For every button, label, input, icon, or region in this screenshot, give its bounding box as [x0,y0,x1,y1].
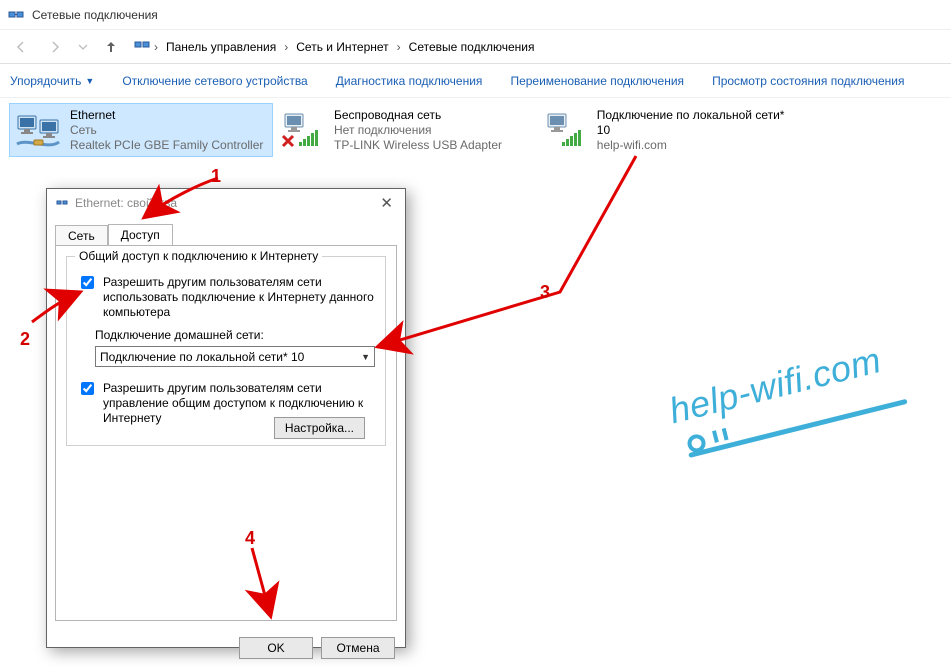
breadcrumb-item[interactable]: Сеть и Интернет [292,40,392,54]
disable-device-button[interactable]: Отключение сетевого устройства [122,74,307,88]
home-net-value: Подключение по локальной сети* 10 [100,350,304,364]
chevron-right-icon: › [397,40,401,54]
breadcrumb[interactable]: › Панель управления › Сеть и Интернет › … [130,34,542,60]
chevron-down-icon: ▼ [361,352,370,362]
chevron-right-icon: › [154,40,158,54]
address-bar: › Панель управления › Сеть и Интернет › … [0,30,951,64]
connection-status: help-wifi.com [597,138,796,153]
ics-groupbox: Общий доступ к подключению к Интернету Р… [66,256,386,446]
allow-share-label: Разрешить другим пользователям сети испо… [103,275,375,320]
connection-status: Нет подключения [334,123,502,138]
titlebar: Сетевые подключения [0,0,951,30]
rename-button[interactable]: Переименование подключения [510,74,684,88]
allow-share-checkbox-row[interactable]: Разрешить другим пользователям сети испо… [77,275,375,320]
settings-button[interactable]: Настройка... [274,417,365,439]
connection-item-wireless[interactable]: Беспроводная сеть Нет подключения TP-LIN… [274,104,536,156]
connection-item-ethernet[interactable]: Ethernet Сеть Realtek PCIe GBE Family Co… [10,104,272,156]
annotation-number-2: 2 [20,329,30,350]
chevron-down-icon: ▼ [85,76,94,86]
properties-dialog: Ethernet: свойства ✕ Сеть Доступ Общий д… [46,188,406,648]
tab-panel-sharing: Общий доступ к подключению к Интернету Р… [55,245,397,621]
breadcrumb-item[interactable]: Панель управления [162,40,280,54]
cancel-button[interactable]: Отмена [321,637,395,659]
wifi-on-icon [542,108,589,152]
close-icon[interactable]: ✕ [376,194,397,212]
annotation-number-3: 3 [540,282,550,303]
organize-menu[interactable]: Упорядочить ▼ [10,74,94,88]
ethernet-icon [14,108,62,152]
tab-network[interactable]: Сеть [55,225,108,246]
connection-status: Сеть [70,123,263,138]
home-net-select[interactable]: Подключение по локальной сети* 10 ▼ [95,346,375,367]
view-status-button[interactable]: Просмотр состояния подключения [712,74,904,88]
connection-name: Беспроводная сеть [334,108,502,123]
connection-item-lan10[interactable]: Подключение по локальной сети* 10 help-w… [538,104,800,156]
wifi-off-icon [278,108,326,152]
window-icon [8,7,24,23]
connection-device: TP-LINK Wireless USB Adapter [334,138,502,153]
allow-control-checkbox[interactable] [81,382,94,395]
annotation-number-4: 4 [245,528,255,549]
organize-label: Упорядочить [10,74,81,88]
tabs: Сеть Доступ [55,221,397,245]
annotation-number-1: 1 [211,166,221,187]
diagnose-button[interactable]: Диагностика подключения [336,74,483,88]
breadcrumb-item[interactable]: Сетевые подключения [405,40,539,54]
home-net-label: Подключение домашней сети: [95,328,375,342]
folder-icon [134,37,150,56]
chevron-right-icon: › [284,40,288,54]
allow-share-checkbox[interactable] [81,276,94,289]
dialog-title: Ethernet: свойства [75,196,177,210]
group-legend: Общий доступ к подключению к Интернету [75,249,322,263]
dialog-icon [55,195,69,212]
ok-button[interactable]: OK [239,637,313,659]
nav-back-button[interactable] [6,33,36,61]
nav-up-button[interactable] [96,33,126,61]
connection-name: Подключение по локальной сети* 10 [597,108,796,138]
nav-recent-button[interactable] [74,33,92,61]
connection-name: Ethernet [70,108,263,123]
nav-forward-button[interactable] [40,33,70,61]
tab-sharing[interactable]: Доступ [108,224,173,245]
window-title: Сетевые подключения [32,8,158,22]
connection-device: Realtek PCIe GBE Family Controller [70,138,263,153]
command-bar: Упорядочить ▼ Отключение сетевого устрой… [0,64,951,98]
dialog-footer: OK Отмена [47,629,405,667]
dialog-titlebar[interactable]: Ethernet: свойства ✕ [47,189,405,217]
